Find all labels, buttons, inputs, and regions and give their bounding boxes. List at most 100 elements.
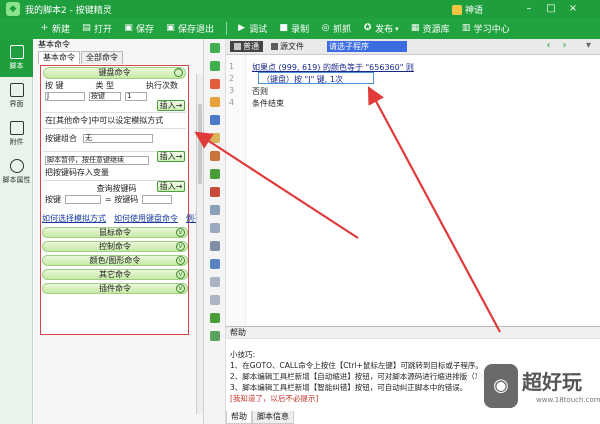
- divider: [43, 112, 186, 113]
- tab-normal-view[interactable]: 普通: [230, 41, 263, 52]
- title-bar: ◆ 我的脚本2 - 按键精灵 神语 – □ ×: [0, 0, 600, 18]
- save-button[interactable]: ▣ 保存: [124, 18, 154, 39]
- minimize-button[interactable]: –: [522, 2, 536, 16]
- arrow-up-icon[interactable]: [210, 61, 220, 71]
- tab-source-view[interactable]: 源文件: [267, 41, 308, 52]
- query-key-input[interactable]: [65, 195, 101, 204]
- tip-title: 小技巧:: [230, 350, 256, 359]
- library-button[interactable]: ▦ 资源库: [411, 18, 450, 39]
- dismiss-link[interactable]: [我知道了，以后不必提示]: [230, 393, 318, 404]
- combo-row: 按键组合 无: [41, 131, 188, 145]
- bookmark-icon[interactable]: [210, 277, 220, 287]
- cut-icon[interactable]: [210, 97, 220, 107]
- copy-icon[interactable]: [210, 115, 220, 125]
- pause-select[interactable]: 脚本暂停，按任意键继续: [45, 156, 149, 165]
- expand-icon[interactable]: v: [176, 242, 185, 251]
- rail-item-ui[interactable]: 界面: [0, 77, 33, 115]
- rail-item-attachment[interactable]: 附件: [0, 115, 33, 153]
- section-other[interactable]: 其它命令 v: [42, 269, 188, 280]
- section-control[interactable]: 控制命令 v: [42, 241, 188, 252]
- key-input[interactable]: J: [45, 92, 85, 101]
- replace-icon[interactable]: [210, 241, 220, 251]
- indent-icon[interactable]: [210, 187, 220, 197]
- chevron-right-icon[interactable]: ›: [560, 41, 569, 52]
- learn-icon: ▥: [461, 23, 471, 33]
- highlight-box: [258, 72, 374, 84]
- tab-help[interactable]: 帮助: [226, 411, 252, 424]
- comment-icon[interactable]: [210, 151, 220, 161]
- learn-center-button[interactable]: ▥ 学习中心: [462, 18, 510, 39]
- play-icon: ▶: [238, 23, 246, 33]
- expand-icon[interactable]: v: [176, 228, 185, 237]
- type-select[interactable]: 按键: [89, 92, 121, 101]
- insert-key-button[interactable]: 插入→: [157, 100, 185, 111]
- settings-icon[interactable]: [210, 331, 220, 341]
- save-exit-button[interactable]: ▣ 保存退出: [166, 18, 214, 39]
- divider: [43, 128, 186, 129]
- script-editor[interactable]: 1 2 3 4 如果点 (999, 619) 的颜色等于 "656360" 则 …: [226, 55, 600, 326]
- grab-icon: ◎: [321, 23, 330, 33]
- query-code-input[interactable]: [142, 195, 173, 204]
- tip-line: 1、在GOTO、CALL命令上按住【Ctrl+鼠标左键】可跳转到目标或子程序。: [230, 361, 483, 370]
- vip-label: 神语: [465, 6, 484, 16]
- rail-item-script[interactable]: 脚本: [0, 39, 33, 77]
- debug-button[interactable]: ▶ 调试: [237, 18, 267, 39]
- insert-combo-button[interactable]: 插入→: [157, 151, 185, 162]
- expand-icon[interactable]: v: [176, 284, 185, 293]
- watermark-logo-icon: ◉: [484, 364, 518, 408]
- format-icon[interactable]: [210, 205, 220, 215]
- help-tabs: 帮助 脚本信息: [226, 411, 294, 424]
- tab-basic-commands[interactable]: 基本命令: [38, 51, 80, 64]
- new-button[interactable]: + 新建: [40, 18, 70, 39]
- collapse-icon[interactable]: ^: [174, 68, 183, 77]
- delete-icon[interactable]: [210, 79, 220, 89]
- publish-button[interactable]: ✪ 发布 ▾: [363, 18, 399, 39]
- info-icon: [9, 159, 24, 173]
- insert-pause-button[interactable]: 插入→: [157, 181, 185, 192]
- keyboard-command-box: 键盘命令 ^ 按 键 类 型 执行次数 J 按键 1 插入→ 在[其他命令]中可…: [40, 65, 189, 335]
- tip-line: 2、脚本编辑工具栏新增【自动缩进】按钮，可对脚本源码进行缩进排版（功能）: [230, 372, 498, 381]
- scrollbar-thumb[interactable]: [198, 104, 202, 184]
- vip-badge[interactable]: 神语: [452, 3, 483, 16]
- editor-tab-bar: 普通 源文件 请选子程序 ‹ › ▾: [226, 39, 600, 55]
- expand-icon[interactable]: v: [176, 256, 185, 265]
- image-icon[interactable]: [210, 313, 220, 323]
- search-icon[interactable]: [210, 223, 220, 233]
- expand-icon[interactable]: v: [176, 270, 185, 279]
- keyboard-section-header[interactable]: 键盘命令 ^: [43, 67, 186, 79]
- breakpoint-icon[interactable]: [210, 295, 220, 305]
- link-keyboard-usage[interactable]: 如何使用键盘命令: [114, 213, 178, 224]
- command-panel: 基本命令 基本命令 全部命令 键盘命令 ^ 按 键 类 型 执行次数 J 按键 …: [34, 39, 204, 424]
- folder-icon: ▤: [82, 23, 91, 33]
- tab-script-info[interactable]: 脚本信息: [252, 411, 294, 424]
- watermark-url: www.18touch.com: [536, 396, 600, 404]
- command-panel-scrollbar[interactable]: [196, 74, 203, 414]
- help-links: 如何选择模拟方式 如何使用键盘命令 例子: [42, 213, 202, 224]
- link-simulation-mode[interactable]: 如何选择模拟方式: [42, 213, 106, 224]
- code-line-endif[interactable]: 条件结束: [252, 98, 284, 109]
- count-input[interactable]: 1: [125, 92, 147, 101]
- paste-icon[interactable]: [210, 133, 220, 143]
- close-button[interactable]: ×: [566, 2, 580, 16]
- section-color[interactable]: 颜色/图形命令 v: [42, 255, 188, 266]
- section-mouse[interactable]: 鼠标命令 v: [42, 227, 188, 238]
- section-plugin[interactable]: 插件命令 v: [42, 283, 188, 294]
- maximize-button[interactable]: □: [544, 2, 558, 16]
- chevron-down-icon[interactable]: ▾: [584, 41, 593, 52]
- code-line-else[interactable]: 否则: [252, 86, 268, 97]
- line-gutter: 1 2 3 4: [226, 55, 246, 326]
- arrow-down-icon[interactable]: [210, 43, 220, 53]
- toolbar-divider: [226, 22, 228, 35]
- combo-input[interactable]: 无: [83, 133, 153, 143]
- script-icon: [9, 45, 24, 59]
- rail-item-properties[interactable]: 脚本属性: [0, 153, 33, 191]
- goto-icon[interactable]: [210, 259, 220, 269]
- tab-all-commands[interactable]: 全部命令: [81, 51, 123, 64]
- record-button[interactable]: ■ 录制: [279, 18, 309, 39]
- uncomment-icon[interactable]: [210, 169, 220, 179]
- main-toolbar: + 新建 ▤ 打开 ▣ 保存 ▣ 保存退出 ▶ 调试 ■ 录制 ◎ 抓抓 ✪ 发布 ▾ ▦ 资源库 …: [0, 18, 600, 39]
- grab-button[interactable]: ◎ 抓抓: [321, 18, 351, 39]
- chevron-left-icon[interactable]: ‹: [544, 41, 553, 52]
- open-button[interactable]: ▤ 打开: [82, 18, 112, 39]
- subroutine-select[interactable]: 请选子程序: [327, 41, 407, 52]
